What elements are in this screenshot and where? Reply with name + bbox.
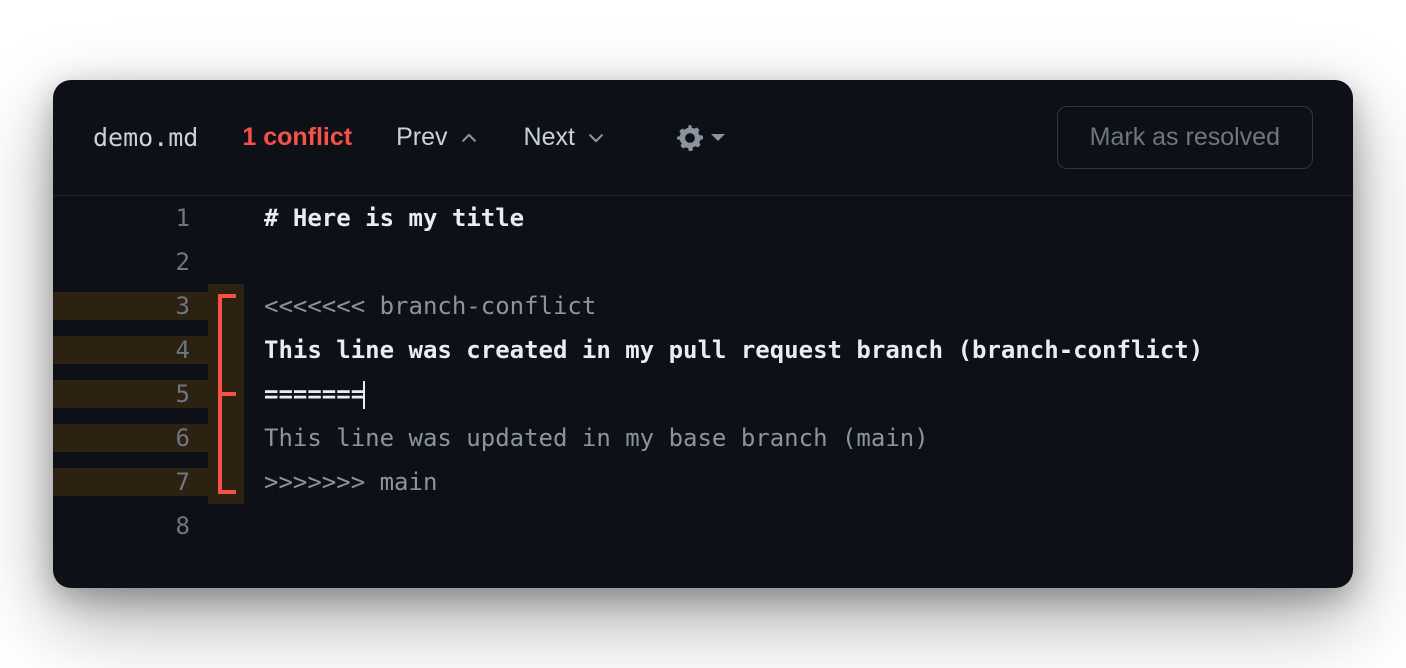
line-number: 7	[53, 468, 208, 496]
caret-down-icon	[711, 134, 725, 141]
code-text: This line was updated in my base branch …	[244, 424, 929, 452]
chevron-down-icon	[585, 127, 607, 149]
code-line[interactable]: 7 >>>>>>> main	[53, 460, 1353, 504]
conflict-editor-panel: demo.md 1 conflict Prev Next Mark as res…	[53, 80, 1353, 588]
line-number: 1	[53, 204, 208, 232]
next-conflict-button[interactable]: Next	[524, 123, 607, 152]
conflict-bracket	[208, 196, 244, 240]
code-line[interactable]: 3 <<<<<<< branch-conflict	[53, 284, 1353, 328]
line-number: 2	[53, 248, 208, 276]
prev-conflict-button[interactable]: Prev	[396, 123, 479, 152]
code-text: <<<<<<< branch-conflict	[244, 292, 596, 320]
conflict-bracket	[208, 460, 244, 504]
code-text: # Here is my title	[244, 204, 524, 232]
conflict-bracket	[208, 284, 244, 328]
conflict-bracket	[208, 416, 244, 460]
line-number: 5	[53, 380, 208, 408]
code-editor[interactable]: 1 # Here is my title 2 3 <<<<<<< branch-conf…	[53, 196, 1353, 588]
code-text: >>>>>>> main	[244, 468, 437, 496]
prev-label: Prev	[396, 123, 447, 152]
line-number: 8	[53, 512, 208, 540]
conflict-bracket	[208, 372, 244, 416]
line-number: 4	[53, 336, 208, 364]
code-line[interactable]: 2	[53, 240, 1353, 284]
code-text: =======	[244, 380, 365, 409]
text-cursor	[363, 381, 365, 409]
conflict-bracket	[208, 328, 244, 372]
code-line[interactable]: 8	[53, 504, 1353, 548]
gear-icon	[677, 125, 703, 151]
line-number: 6	[53, 424, 208, 452]
conflict-bracket	[208, 240, 244, 284]
code-line[interactable]: 5 =======	[53, 372, 1353, 416]
mark-as-resolved-button[interactable]: Mark as resolved	[1057, 106, 1313, 169]
line-number: 3	[53, 292, 208, 320]
next-label: Next	[524, 123, 575, 152]
code-line[interactable]: 6 This line was updated in my base branch…	[53, 416, 1353, 460]
chevron-up-icon	[458, 127, 480, 149]
code-line[interactable]: 4 This line was created in my pull reques…	[53, 328, 1353, 372]
conflict-count-label: 1 conflict	[242, 123, 352, 152]
settings-menu-button[interactable]	[677, 125, 725, 151]
code-text: This line was created in my pull request…	[244, 336, 1203, 364]
code-line[interactable]: 1 # Here is my title	[53, 196, 1353, 240]
conflict-bracket	[208, 504, 244, 548]
filename-label: demo.md	[93, 123, 198, 152]
editor-toolbar: demo.md 1 conflict Prev Next Mark as res…	[53, 80, 1353, 196]
